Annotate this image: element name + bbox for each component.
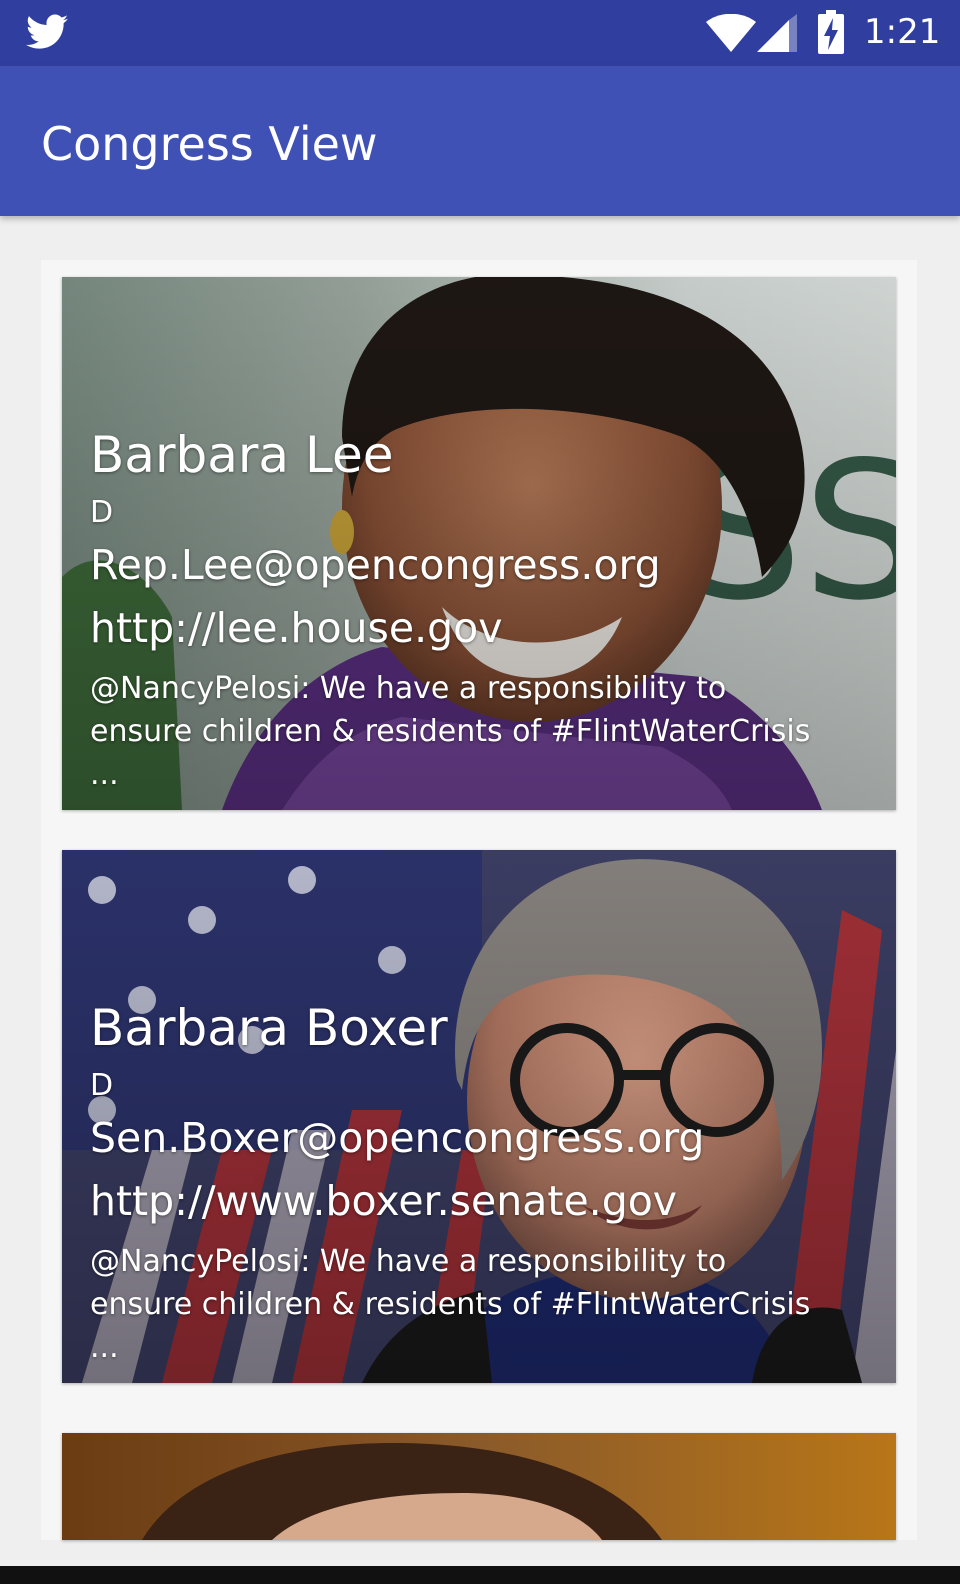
wifi-icon xyxy=(706,14,756,52)
member-party: D xyxy=(90,1068,114,1103)
member-card[interactable]: Barbara Boxer D Sen.Boxer@opencongress.o… xyxy=(62,850,896,1383)
member-website[interactable]: http://www.boxer.senate.gov xyxy=(90,1168,820,1234)
member-email[interactable]: Sen.Boxer@opencongress.org xyxy=(90,1108,820,1168)
member-last-tweet: @NancyPelosi: We have a responsibility t… xyxy=(90,671,811,792)
member-website[interactable]: http://lee.house.gov xyxy=(90,595,820,661)
member-info: Barbara Lee D Rep.Lee@opencongress.org h… xyxy=(90,425,820,796)
member-last-tweet: @NancyPelosi: We have a responsibility t… xyxy=(90,1244,811,1365)
member-card[interactable] xyxy=(62,1433,896,1540)
member-party: D xyxy=(90,495,114,530)
navigation-bar xyxy=(0,1566,960,1584)
member-info: Barbara Boxer D Sen.Boxer@opencongress.o… xyxy=(90,998,820,1369)
status-bar: 1:21 xyxy=(0,0,960,66)
twitter-icon[interactable] xyxy=(26,14,68,50)
app-bar: Congress View xyxy=(0,66,960,216)
member-name: Barbara Boxer xyxy=(90,999,448,1057)
member-photo xyxy=(62,1433,896,1540)
app-title: Congress View xyxy=(41,117,378,171)
member-card[interactable]: SSE Barbara Lee D Rep.Lee@opencongress.o… xyxy=(62,277,896,810)
battery-charging-icon xyxy=(818,10,844,54)
member-list[interactable]: SSE Barbara Lee D Rep.Lee@opencongress.o… xyxy=(41,260,917,1540)
member-email[interactable]: Rep.Lee@opencongress.org xyxy=(90,535,820,595)
clock: 1:21 xyxy=(864,12,941,52)
signal-icon xyxy=(757,14,797,52)
member-name: Barbara Lee xyxy=(90,426,394,484)
